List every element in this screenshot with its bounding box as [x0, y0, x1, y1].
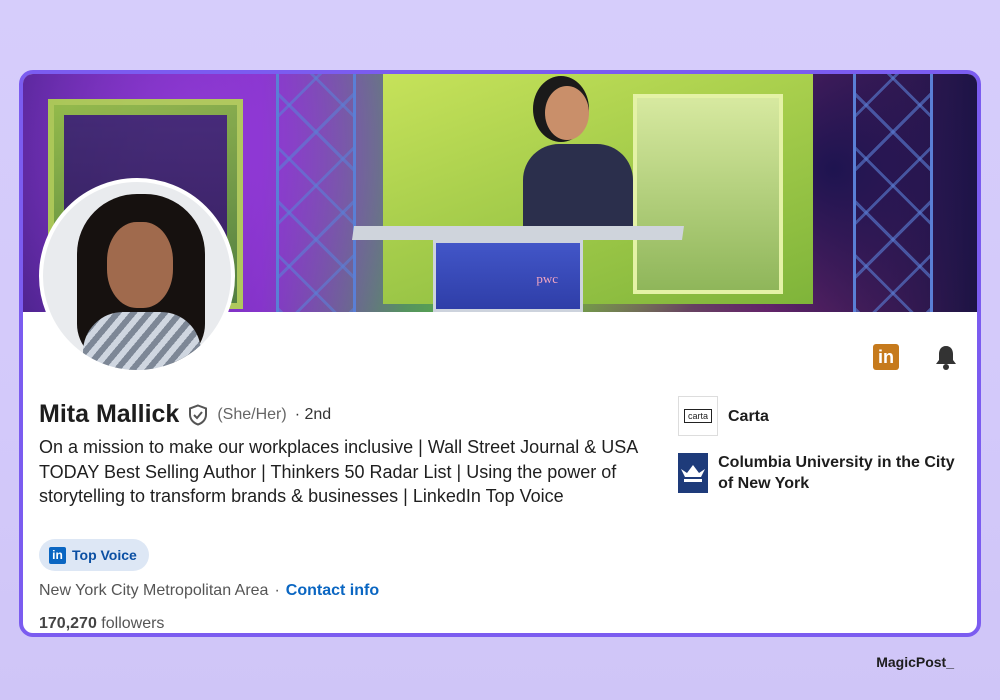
profile-headline: On a mission to make our workplaces incl…	[39, 437, 638, 506]
school-name: Columbia University in the City of New Y…	[718, 454, 955, 492]
banner-truss-left	[276, 74, 356, 312]
banner-speaker	[545, 86, 589, 140]
location: New York City Metropolitan Area	[39, 582, 269, 599]
podium-brand-text: pwc	[536, 271, 558, 286]
company-name: Carta	[728, 407, 769, 425]
badge-label: Top Voice	[72, 547, 137, 563]
banner-podium-top	[352, 226, 684, 240]
banner-speaker-body	[523, 144, 633, 234]
company-carta[interactable]: carta Carta	[678, 396, 968, 436]
profile-card: pwc in Mita Mallick (She/Her) · 2nd On a…	[19, 70, 981, 637]
carta-logo: carta	[678, 396, 718, 436]
linkedin-icon[interactable]: in	[873, 344, 899, 370]
school-columbia[interactable]: Columbia University in the City of New Y…	[678, 452, 968, 494]
profile-actions: in	[873, 344, 959, 370]
location-row: New York City Metropolitan Area · Contac…	[39, 582, 379, 600]
name-row: Mita Mallick (She/Her) · 2nd	[39, 400, 331, 429]
crown-icon	[678, 453, 709, 493]
banner-podium: pwc	[433, 240, 583, 312]
top-voice-badge[interactable]: in Top Voice	[39, 539, 149, 571]
banner-truss-right	[853, 74, 933, 312]
magicpost-watermark: MagicPost_	[876, 654, 954, 670]
followers-label: followers	[101, 615, 165, 632]
followers-count[interactable]: 170,270 followers	[39, 615, 164, 633]
pronouns: (She/Her)	[217, 405, 287, 423]
profile-name: Mita Mallick	[39, 400, 180, 428]
followers-number: 170,270	[39, 615, 97, 632]
experience-education-sidebar: carta Carta Columbia University in the C…	[678, 396, 968, 510]
linkedin-mini-icon: in	[49, 546, 66, 564]
bell-icon[interactable]	[933, 344, 959, 370]
connection-degree: · 2nd	[294, 405, 332, 423]
avatar[interactable]	[39, 178, 235, 374]
separator-dot: ·	[274, 582, 280, 599]
shield-check-icon[interactable]	[187, 403, 209, 426]
contact-info-link[interactable]: Contact info	[286, 582, 379, 600]
